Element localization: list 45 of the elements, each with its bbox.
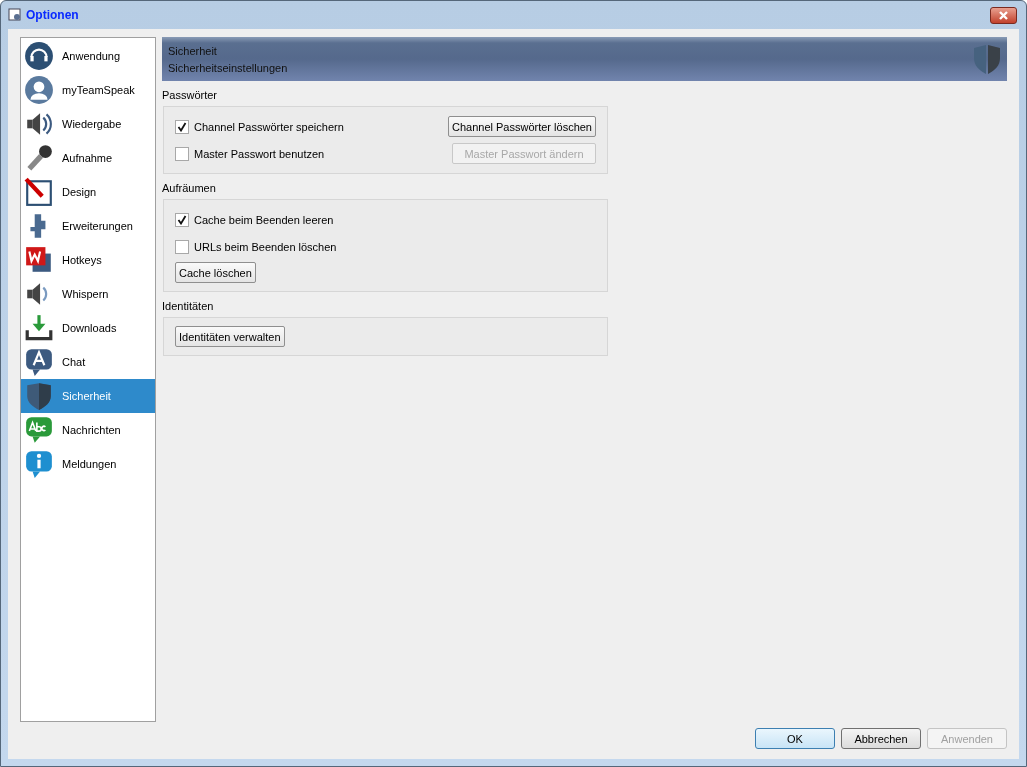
category-icon [24,313,54,343]
window-settings-icon [8,8,22,22]
category-item[interactable]: Downloads [21,311,155,345]
category-icon [24,415,54,445]
category-item[interactable]: Aufnahme [21,141,155,175]
category-item[interactable]: Hotkeys [21,243,155,277]
category-item[interactable]: Wiedergabe [21,107,155,141]
category-item[interactable]: Chat [21,345,155,379]
header-title: Sicherheit [168,44,218,57]
header-subtitle: Sicherheitseinstellungen [168,61,288,74]
section-title: Identitäten [162,300,215,312]
window-title: Optionen [26,8,79,22]
close-button[interactable] [990,6,1017,24]
dialog-button[interactable]: OK [755,728,835,749]
category-icon [24,381,54,411]
category-icon [24,75,54,105]
checkbox[interactable] [175,119,189,134]
category-icon [24,245,54,275]
checkbox-label: Channel Passwörter speichern [194,120,344,133]
category-icon [24,177,54,207]
section-title: Aufräumen [162,182,217,194]
category-icon [24,41,54,71]
action-button[interactable]: Channel Passwörter löschen [447,116,596,137]
checkbox[interactable] [175,146,189,161]
dialog-button[interactable]: Abbrechen [841,728,921,749]
checkbox-label: Cache beim Beenden leeren [194,213,334,226]
category-item[interactable]: myTeamSpeak [21,73,155,107]
checkbox-label: Master Passwort benutzen [194,147,325,160]
section-title: Passwörter [162,89,219,101]
checkbox[interactable] [175,239,189,254]
close-icon [998,10,1009,20]
checkbox[interactable] [175,212,189,227]
category-icon [24,347,54,377]
shield-icon [973,44,1001,74]
action-button[interactable]: Identitäten verwalten [175,326,285,347]
category-item[interactable]: Anwendung [21,39,155,73]
category-item[interactable]: Sicherheit [21,379,155,413]
category-item[interactable]: Meldungen [21,447,155,481]
category-item[interactable]: Erweiterungen [21,209,155,243]
category-item[interactable]: Nachrichten [21,413,155,447]
action-button[interactable]: Cache löschen [175,262,256,283]
checkbox-label: URLs beim Beenden löschen [194,240,337,253]
category-icon [24,449,54,479]
category-item[interactable]: Whispern [21,277,155,311]
category-item[interactable]: Design [21,175,155,209]
